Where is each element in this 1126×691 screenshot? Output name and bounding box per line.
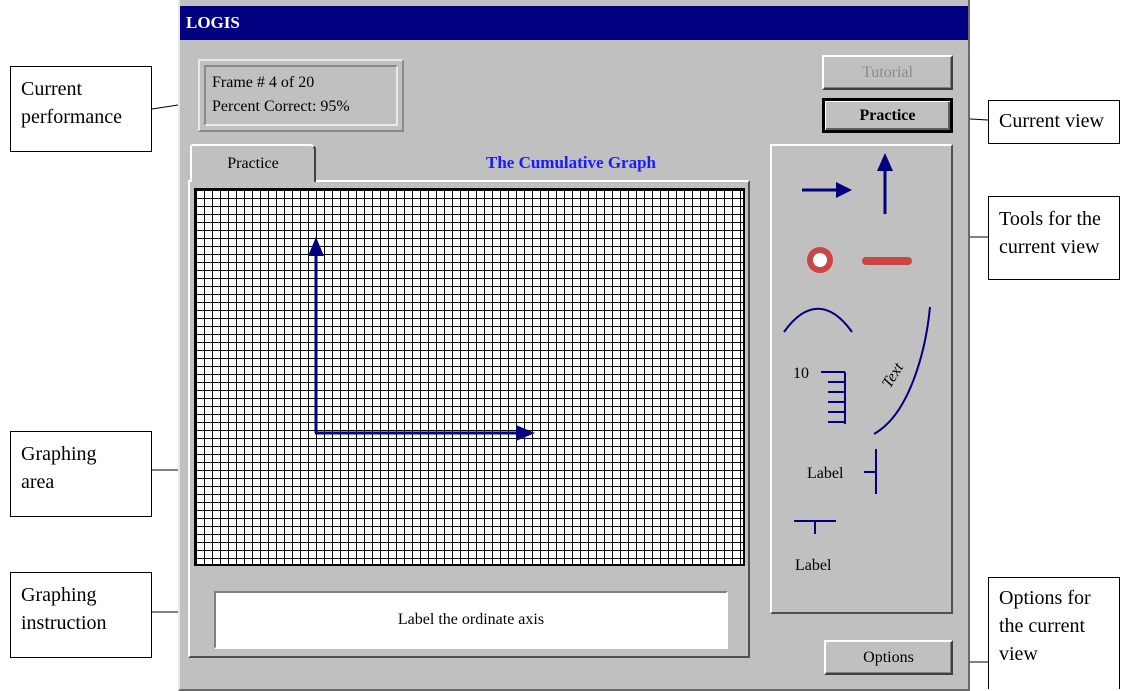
horizontal-label-tool[interactable]: Label (794, 520, 836, 574)
tutorial-button[interactable]: Tutorial (822, 55, 953, 90)
percent-correct: Percent Correct: 95% (212, 98, 350, 115)
callout-graphing-area: Graphing area (10, 431, 152, 517)
vertical-arrow-tool[interactable] (877, 153, 893, 214)
data-point-tool[interactable] (807, 247, 833, 273)
graph-title: The Cumulative Graph (485, 153, 657, 172)
curve-tool[interactable] (783, 307, 853, 333)
tab-practice[interactable]: Practice (190, 144, 316, 182)
tools-palette: 10 Text Label Label (783, 153, 931, 574)
callout-graphing-instruction: Graphing instruction (10, 572, 152, 658)
curved-text-tool[interactable]: Text (873, 306, 931, 435)
curve-text-label: Text (879, 360, 908, 392)
options-button[interactable]: Options (824, 640, 953, 675)
callout-current-performance: Current performance (10, 66, 152, 152)
practice-button[interactable]: Practice (822, 98, 953, 133)
graphing-instruction: Label the ordinate axis (214, 591, 728, 649)
performance-box: Frame # 4 of 20 Percent Correct: 95% (204, 65, 398, 126)
vertical-label-tool[interactable]: Label (807, 449, 877, 494)
horizontal-arrow-tool[interactable] (802, 182, 852, 198)
callout-options-view: Options for the current view (988, 577, 1120, 689)
window-title: LOGIS (186, 13, 240, 32)
scale-number: 10 (793, 365, 809, 382)
callout-current-view: Current view (988, 100, 1120, 144)
window-title-bar: LOGIS (180, 6, 968, 40)
frame-counter: Frame # 4 of 20 (212, 74, 315, 91)
callout-tools-view: Tools for the current view (988, 196, 1120, 280)
graphing-area[interactable] (194, 188, 745, 566)
vertical-label-text: Label (807, 465, 844, 482)
scale-tool[interactable]: 10 (793, 365, 846, 424)
horizontal-label-text: Label (795, 557, 832, 574)
